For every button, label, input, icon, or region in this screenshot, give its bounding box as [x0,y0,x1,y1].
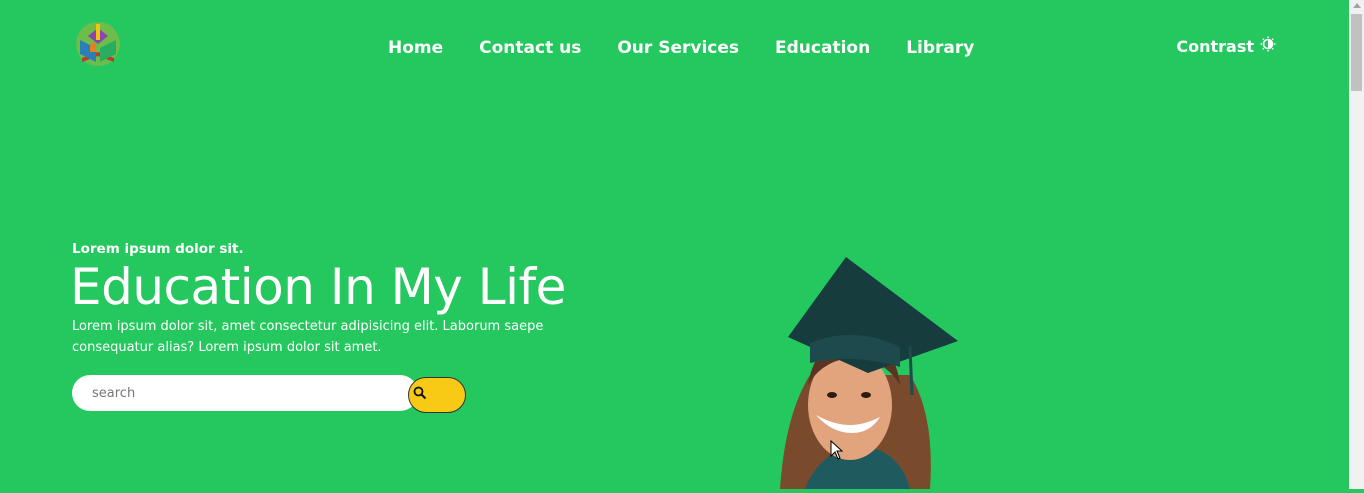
hero-description: Lorem ipsum dolor sit, amet consectetur … [72,319,544,355]
search-icon [413,386,427,403]
nav-contact-us[interactable]: Contact us [479,38,581,58]
contrast-label: Contrast [1176,36,1254,56]
contrast-toggle[interactable]: Contrast [1176,36,1276,56]
main-nav: Home Contact us Our Services Education L… [388,38,1010,58]
search-button[interactable] [408,377,466,413]
book-stack-logo-icon[interactable] [72,18,124,70]
mouse-cursor-icon [830,439,844,464]
hero-eyebrow: Lorem ipsum dolor sit. [72,241,244,257]
search-input[interactable] [72,375,418,411]
search-bar [72,375,472,413]
nav-home[interactable]: Home [388,38,443,58]
scroll-up-icon[interactable] [1353,3,1361,8]
nav-education[interactable]: Education [775,38,870,58]
contrast-sun-icon [1260,36,1276,56]
scrollbar-thumb[interactable] [1351,14,1362,91]
page-scrollbar[interactable] [1349,0,1364,489]
graduate-student-image [760,255,970,489]
hero-title: Education In My Life [70,258,566,316]
nav-our-services[interactable]: Our Services [617,38,739,58]
nav-library[interactable]: Library [906,38,974,58]
